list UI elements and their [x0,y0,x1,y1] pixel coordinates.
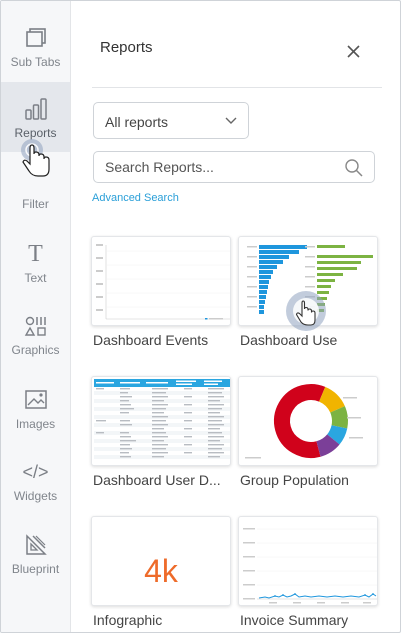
search-box [93,151,375,183]
report-thumbnail [91,376,231,466]
report-type-select[interactable]: All reports [93,102,249,139]
report-thumbnail: 4k [91,516,231,606]
report-thumbnail [238,516,378,606]
infographic-value: 4k [144,553,178,589]
header-divider [92,87,382,88]
rail-label: Widgets [13,489,58,503]
rail-item-graphics[interactable]: Graphics [1,299,70,369]
line-chart-thumbnail [96,244,230,320]
rail-item-filter[interactable]: Filter [1,153,70,223]
panel-title: Reports [100,39,153,56]
select-value: All reports [105,114,169,130]
text-icon: T [28,240,43,267]
bar-charts-thumbnail [247,245,373,314]
report-name: Group Population [240,472,349,488]
rail-item-text[interactable]: T Text [1,227,70,297]
donut-chart-thumbnail [245,384,363,459]
report-name: Dashboard Use [240,332,338,348]
blueprint-icon [1,532,70,558]
code-icon: </> [22,461,49,482]
rail-label: Sub Tabs [10,55,61,69]
report-name: Invoice Summary [240,612,349,628]
close-button[interactable] [343,39,365,61]
rail-label: Text [24,271,47,285]
rail-item-widgets[interactable]: </> Widgets [1,445,70,515]
rail-label: Filter [22,197,49,211]
bar-chart-icon [1,96,70,122]
advanced-search-link[interactable]: Advanced Search [92,192,179,204]
rail-label: Reports [14,126,57,140]
rail-label: Blueprint [11,562,60,576]
rail-label: Images [15,417,56,431]
table-thumbnail [94,379,230,459]
app-frame: Sub Tabs Reports Filter T Text Graphics [0,0,401,633]
image-icon [1,387,70,413]
rail-label: Graphics [11,343,60,357]
rail-item-blueprint[interactable]: Blueprint [1,518,70,588]
close-icon [347,45,360,58]
chevron-down-icon [225,117,237,124]
report-thumbnail [91,236,231,326]
sub-tabs-icon [1,25,70,51]
graphics-icon [1,313,70,339]
search-icon[interactable] [344,158,364,178]
report-name: Infographic [93,612,163,628]
rail-item-images[interactable]: Images [1,373,70,443]
area-chart-thumbnail [243,528,377,604]
report-name: Dashboard Events [93,332,209,348]
report-name: Dashboard User D... [93,472,221,488]
report-thumbnail [238,376,378,466]
rail-item-sub-tabs[interactable]: Sub Tabs [1,11,70,81]
rail-item-reports[interactable]: Reports [1,82,70,152]
report-thumbnail [238,236,378,326]
reports-panel: Reports All reports Advanced Search [72,1,400,632]
side-rail: Sub Tabs Reports Filter T Text Graphics [1,1,71,632]
search-input[interactable] [94,152,334,182]
